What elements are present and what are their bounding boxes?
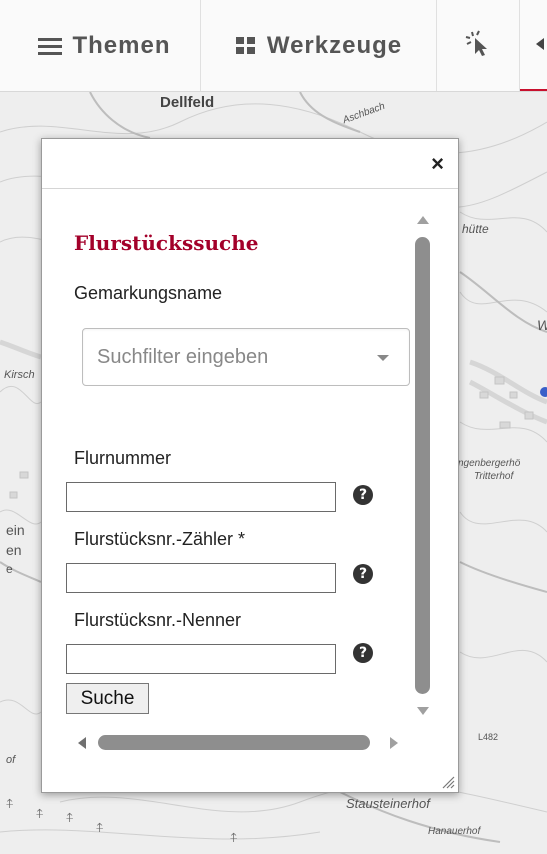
nav-select-tool-button[interactable] (437, 0, 520, 91)
chevron-down-icon (377, 355, 389, 361)
close-icon[interactable]: × (431, 153, 444, 175)
scroll-right-icon[interactable] (390, 737, 398, 749)
help-icon-zaehler[interactable]: ? (353, 564, 373, 584)
map-label-kirsch: Kirsch (4, 369, 35, 381)
map-label-of: of (6, 754, 16, 766)
horizontal-scroll-thumb[interactable] (98, 735, 370, 750)
nav-werkzeuge-label: Werkzeuge (266, 32, 403, 59)
nenner-label: Flurstücksnr.-Nenner (74, 610, 242, 630)
vertical-scroll-thumb[interactable] (415, 237, 430, 694)
grid-icon (235, 36, 257, 56)
vertical-scrollbar[interactable] (410, 203, 436, 721)
scroll-down-icon[interactable] (417, 707, 429, 715)
flurnummer-input[interactable] (66, 482, 336, 512)
scroll-up-icon[interactable] (417, 216, 429, 224)
gemarkung-label: Gemarkungsname (74, 283, 223, 303)
nav-themen-label: Themen (72, 32, 171, 59)
svg-text:⍏: ⍏ (96, 821, 104, 836)
scroll-left-icon[interactable] (78, 737, 86, 749)
search-button[interactable]: Suche (66, 683, 149, 714)
resize-grip-icon[interactable] (441, 775, 455, 789)
nav-next-tab[interactable] (520, 0, 547, 91)
svg-text:⍏: ⍏ (6, 797, 14, 812)
gemarkung-select[interactable]: Suchfilter eingeben (82, 328, 410, 386)
gemarkung-placeholder: Suchfilter eingeben (97, 345, 269, 368)
top-navigation-bar: Themen Werkzeuge (0, 0, 547, 92)
map-label-w: W (537, 317, 547, 333)
svg-text:⍏: ⍏ (66, 811, 74, 826)
map-label-dellfeld: Dellfeld (160, 94, 215, 111)
svg-text:⍏: ⍏ (230, 831, 238, 846)
map-label-tritterhof: Tritterhof (474, 471, 514, 482)
svg-text:⍏: ⍏ (36, 807, 44, 822)
map-label-l482: L482 (478, 732, 499, 742)
horizontal-scrollbar[interactable] (70, 729, 415, 755)
pointer-click-icon (463, 28, 493, 65)
menu-icon (38, 36, 63, 56)
map-label-en: en (6, 542, 22, 558)
arrow-left-icon (534, 31, 547, 59)
dialog-header: × (42, 139, 458, 189)
map-label-stausteinerhof: Stausteinerhof (346, 796, 430, 811)
zaehler-input[interactable] (66, 563, 336, 593)
help-icon-nenner[interactable]: ? (353, 643, 373, 663)
flurnummer-label: Flurnummer (74, 448, 172, 468)
forest-symbols-icon: ⍏ ⍏ ⍏ ⍏ ⍏ (6, 797, 238, 846)
map-label-langenberger: ngenbergerhö (458, 458, 521, 469)
zaehler-label: Flurstücksnr.-Zähler * (74, 529, 246, 549)
dialog-title: Flurstückssuche (74, 231, 259, 255)
map-label-hanauerhof: Hanauerhof (428, 826, 481, 837)
map-label-ein: ein (6, 522, 25, 538)
nav-werkzeuge-button[interactable]: Werkzeuge (201, 0, 437, 91)
nav-themen-button[interactable]: Themen (9, 0, 201, 91)
map-label-e: e (6, 562, 13, 576)
flurstueck-search-dialog: × Flurstückssuche Gemarkungsname Suchfil… (41, 138, 459, 793)
map-label-huette: hütte (462, 222, 489, 236)
nenner-input[interactable] (66, 644, 336, 674)
help-icon-flurnummer[interactable]: ? (353, 485, 373, 505)
